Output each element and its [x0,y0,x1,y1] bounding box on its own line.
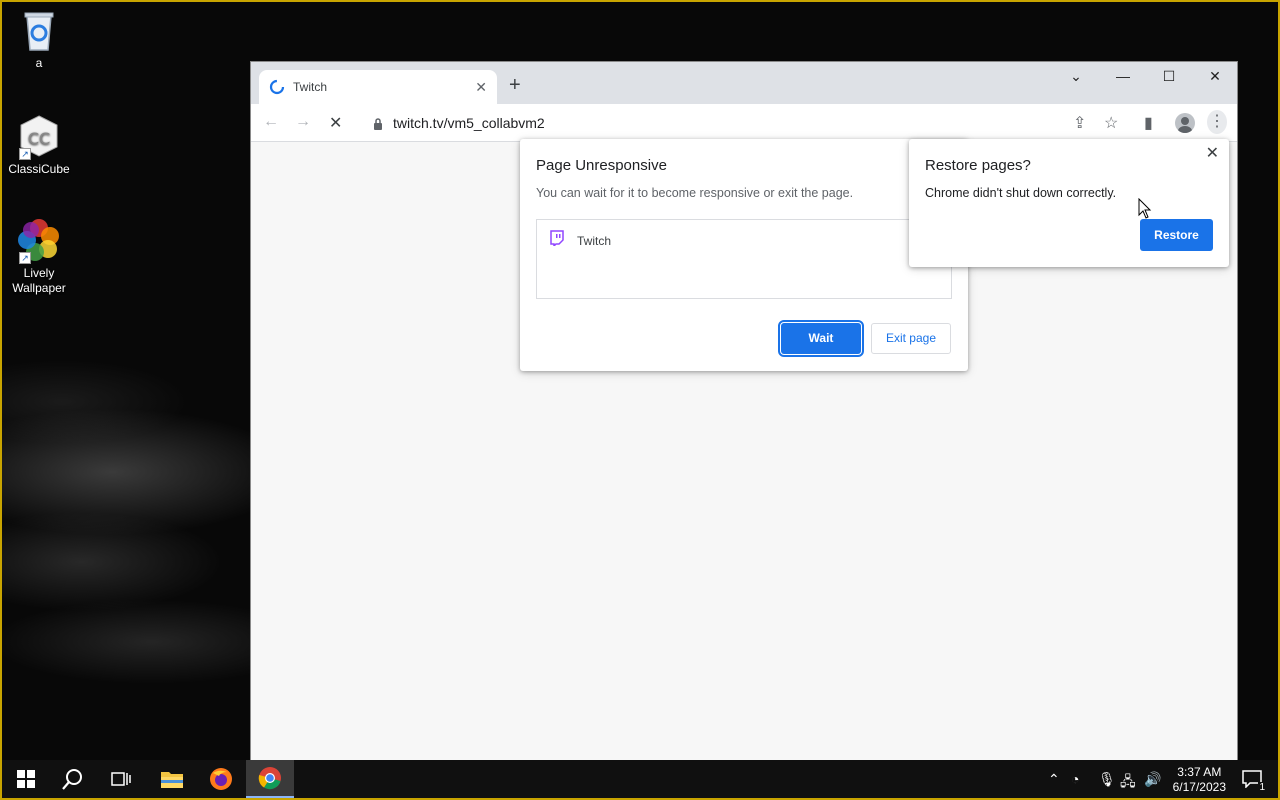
desktop-icon-label: ClassiCube [8,162,70,176]
close-window-button[interactable]: ✕ [1200,68,1230,85]
classicube-icon: CC ↗ [17,114,61,160]
desktop-icon-label: a [35,56,43,70]
notifications-button[interactable]: 1 [1242,770,1266,793]
windows-logo-icon [17,770,35,788]
url-text: twitch.tv/vm5_collabvm2 [393,115,545,131]
close-icon[interactable]: ✕ [1206,143,1219,163]
side-panel-icon[interactable]: ▮ [1144,113,1153,133]
desktop-icon-lively-wallpaper[interactable]: ↗ Lively Wallpaper [3,218,75,296]
profile-button[interactable] [1175,113,1195,133]
clock-date: 6/17/2023 [1172,780,1226,794]
svg-text:CC: CC [28,129,50,148]
list-item-label: Twitch [577,233,612,248]
task-view-icon [111,772,131,786]
restore-pages-bubble: Restore pages? ✕ Chrome didn't shut down… [909,139,1229,267]
system-clock[interactable]: 3:37 AM 6/17/2023 [1173,765,1226,795]
desktop-icon-classicube[interactable]: CC ↗ ClassiCube [3,114,75,177]
task-view-button[interactable] [97,760,145,798]
desktop-icon-recycle-bin[interactable]: a [3,8,75,71]
file-explorer-button[interactable] [148,760,196,798]
share-icon[interactable]: ⇪ [1073,113,1086,133]
tab-close-icon[interactable]: ✕ [475,79,487,96]
forward-button[interactable]: → [295,113,311,131]
bubble-title: Restore pages? [925,157,1031,174]
dialog-title: Page Unresponsive [536,157,667,174]
avatar-icon [1175,113,1195,133]
taskbar: ⌃ ◔ 🎙 🖧 🔊 3:37 AM 6/17/2023 1 [2,760,1278,798]
stop-loading-button[interactable]: ✕ [329,113,342,133]
exit-page-button[interactable]: Exit page [871,323,951,354]
firefox-button[interactable] [197,760,245,798]
chrome-icon [258,767,281,790]
start-button[interactable] [2,760,50,798]
desktop-icon-label: Lively Wallpaper [12,266,66,295]
menu-kebab-icon[interactable]: ⋮ [1207,110,1227,134]
maximize-button[interactable]: ☐ [1154,68,1184,85]
dialog-message: You can wait for it to become responsive… [536,186,854,200]
volume-icon[interactable]: 🔊 [1144,771,1161,788]
recycle-bin-icon [17,8,61,52]
address-bar[interactable]: twitch.tv/vm5_collabvm2 [361,109,971,137]
page-unresponsive-dialog: Page Unresponsive You can wait for it to… [520,139,968,371]
shortcut-arrow-icon: ↗ [19,252,31,264]
mouse-cursor-icon [1138,197,1152,225]
notification-count-badge: 1 [1258,782,1266,793]
loading-favicon-icon [269,79,285,95]
microphone-icon[interactable]: 🎙 [1098,771,1116,788]
bubble-message: Chrome didn't shut down correctly. [925,186,1117,200]
lock-icon [373,117,383,130]
tab-twitch[interactable]: Twitch ✕ [259,70,497,104]
tab-search-icon[interactable]: ⌄ [1061,68,1091,85]
chrome-button[interactable] [246,760,294,798]
tray-app-icon[interactable]: ◔ [1071,771,1079,787]
lively-wallpaper-icon: ↗ [17,218,61,264]
minimize-button[interactable]: — [1108,68,1138,84]
network-icon[interactable]: 🖧 [1120,771,1136,795]
show-hidden-icons-chevron-icon[interactable]: ⌃ [1048,771,1060,788]
search-button[interactable] [49,760,97,798]
unresponsive-pages-list: Twitch [536,219,952,299]
toolbar: ← → ✕ twitch.tv/vm5_collabvm2 ⇪ ☆ ▮ ⋮ [251,104,1237,142]
bookmark-star-icon[interactable]: ☆ [1104,113,1118,133]
new-tab-button[interactable]: + [509,74,521,97]
wait-button[interactable]: Wait [778,320,864,357]
tab-title: Twitch [293,80,328,94]
clock-time: 3:37 AM [1177,765,1222,779]
list-item[interactable]: Twitch [549,230,611,251]
tab-strip: Twitch ✕ + ⌄ — ☐ ✕ [251,62,1237,104]
twitch-icon [549,230,565,251]
back-button[interactable]: ← [263,113,279,131]
shortcut-arrow-icon: ↗ [19,148,31,160]
folder-icon [161,772,183,788]
search-icon [62,769,82,790]
firefox-icon [210,768,232,790]
